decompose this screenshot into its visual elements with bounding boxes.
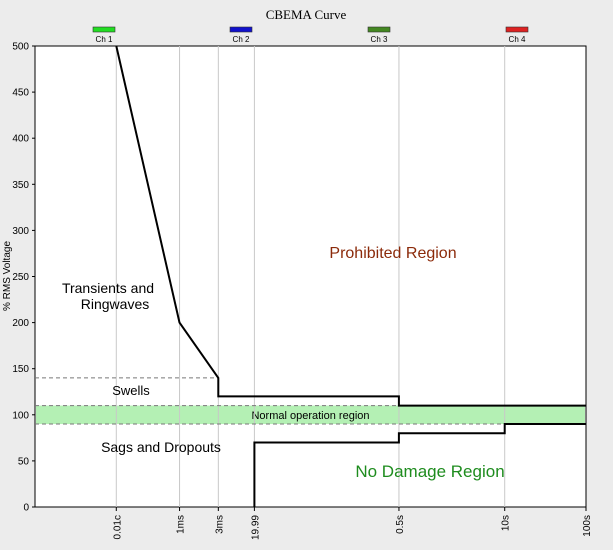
- legend-label-ch4: Ch 4: [509, 35, 526, 44]
- label-no-damage-region: No Damage Region: [355, 462, 504, 481]
- chart-title: CBEMA Curve: [266, 7, 347, 22]
- legend-swatch-ch4: [505, 26, 529, 33]
- y-tick-label: 400: [12, 134, 29, 145]
- label-transients-line2: Ringwaves: [81, 296, 149, 312]
- legend-label-ch1: Ch 1: [96, 35, 113, 44]
- x-tick-label: 0.5s: [395, 515, 406, 534]
- y-tick-label: 0: [23, 503, 29, 514]
- legend-label-ch2: Ch 2: [233, 35, 250, 44]
- legend-swatch-ch3: [367, 26, 391, 33]
- y-tick-label: 200: [12, 318, 29, 329]
- y-axis-label: % RMS Voltage: [2, 241, 13, 311]
- y-tick-label: 350: [12, 180, 29, 191]
- x-tick-label: 10s: [501, 515, 512, 531]
- y-tick-label: 450: [12, 88, 29, 99]
- y-tick-label: 100: [12, 410, 29, 421]
- label-transients-line1: Transients and: [62, 280, 154, 296]
- label-swells: Swells: [112, 383, 150, 398]
- band-label: Normal operation region: [251, 410, 369, 422]
- legend-swatch-ch1: [92, 26, 116, 33]
- y-tick-label: 250: [12, 272, 29, 283]
- band-layer: Normal operation region: [36, 405, 585, 425]
- y-tick-label: 50: [18, 456, 30, 467]
- label-prohibited-region: Prohibited Region: [329, 245, 456, 262]
- legend-swatch-ch2: [229, 26, 253, 33]
- legend-label-ch3: Ch 3: [371, 35, 388, 44]
- cbema-chart: CBEMA Curve Ch 1 Ch 2 Ch 3 Ch 4 Normal oper…: [0, 0, 613, 550]
- plot-area: [34, 45, 587, 508]
- x-tick-label: 100s: [582, 515, 593, 537]
- label-sags-dropouts: Sags and Dropouts: [101, 439, 221, 455]
- x-tick-label: 1ms: [176, 515, 187, 534]
- y-tick-label: 300: [12, 226, 29, 237]
- x-tick-label: 3ms: [214, 515, 225, 534]
- y-tick-label: 500: [12, 42, 29, 53]
- x-tick-label: 19.99: [250, 515, 261, 540]
- y-tick-label: 150: [12, 364, 29, 375]
- x-tick-label: 0.01c: [112, 515, 123, 539]
